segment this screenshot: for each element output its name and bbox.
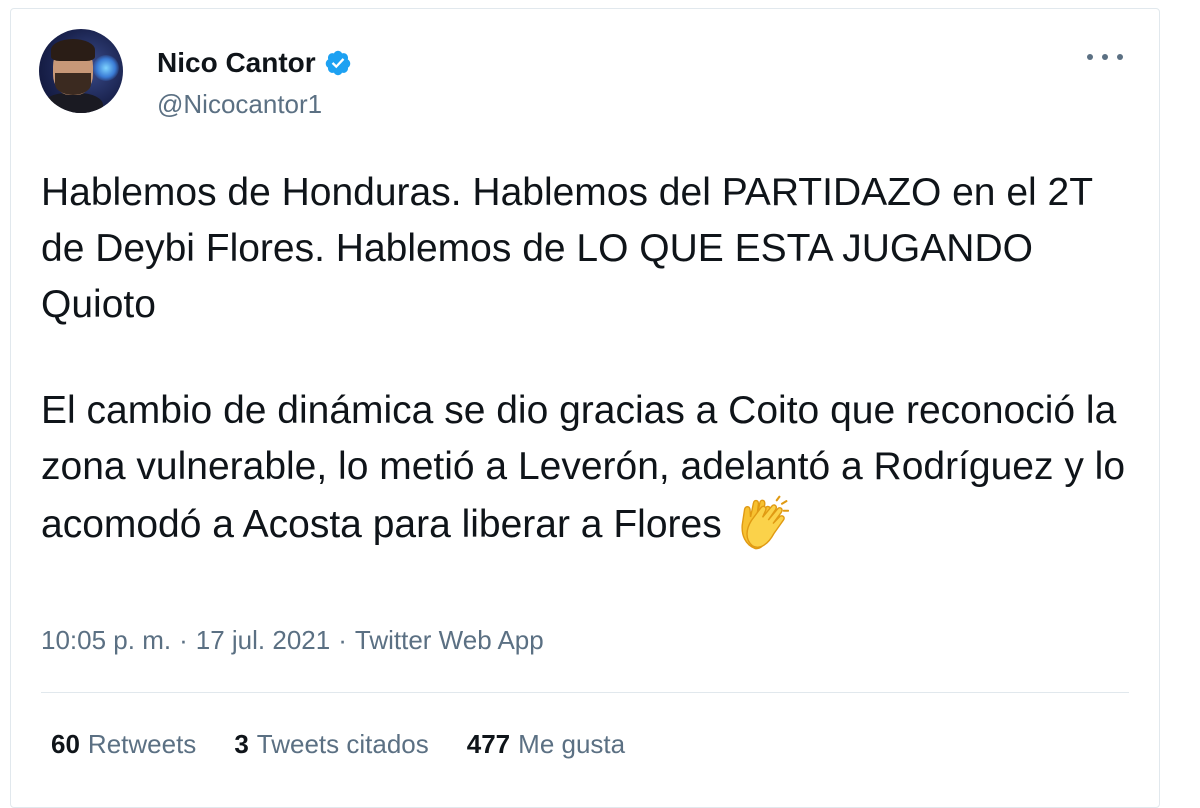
likes-label: Me gusta (518, 729, 626, 759)
quote-tweets-stat[interactable]: 3 Tweets citados (234, 729, 428, 760)
divider (41, 692, 1129, 693)
avatar-beard (55, 73, 91, 95)
retweets-label: Retweets (87, 729, 197, 759)
retweets-count: 60 (51, 729, 80, 759)
more-options-icon[interactable] (1087, 47, 1123, 67)
retweets-stat[interactable]: 60 Retweets (51, 729, 196, 760)
tweet-paragraph: El cambio de dinámica se dio gracias a C… (41, 383, 1131, 553)
avatar-hair (51, 39, 95, 61)
tweet-meta: 10:05 p. m. · 17 jul. 2021 · Twitter Web… (41, 625, 544, 656)
tweet-time[interactable]: 10:05 p. m. (41, 625, 171, 656)
author-display-name[interactable]: Nico Cantor (157, 47, 316, 79)
quote-tweets-count: 3 (234, 729, 249, 759)
author-name-row[interactable]: Nico Cantor (157, 47, 352, 79)
tweet-date[interactable]: 17 jul. 2021 (196, 625, 330, 656)
tweet-paragraph-text: El cambio de dinámica se dio gracias a C… (41, 389, 1126, 546)
meta-separator: · (179, 625, 188, 655)
likes-count: 477 (466, 729, 511, 759)
tweet-paragraph: Hablemos de Honduras. Hablemos del PARTI… (41, 171, 1093, 326)
tweet-stats: 60 Retweets 3 Tweets citados 477 Me gust… (51, 729, 625, 760)
meta-separator: · (338, 625, 347, 655)
likes-stat[interactable]: 477 Me gusta (467, 729, 625, 760)
avatar-shirt (43, 93, 103, 113)
tweet-source[interactable]: Twitter Web App (355, 625, 544, 656)
clapping-hands-icon (740, 495, 789, 550)
verified-badge-icon (325, 50, 350, 76)
tweet-card: Nico Cantor @Nicocantor1 Hablemos de Hon… (10, 8, 1160, 808)
avatar[interactable] (39, 29, 123, 113)
avatar-background-light (93, 55, 119, 81)
tweet-text: Hablemos de Honduras. Hablemos del PARTI… (41, 165, 1131, 553)
quote-tweets-label: Tweets citados (256, 729, 429, 759)
author-handle[interactable]: @Nicocantor1 (157, 89, 322, 120)
